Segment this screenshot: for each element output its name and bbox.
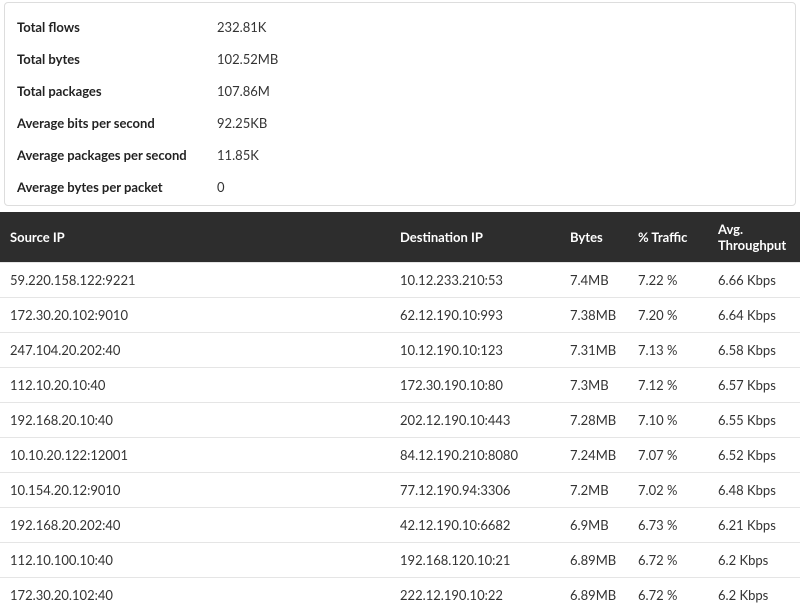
cell-percent-traffic: 6.73 % xyxy=(628,508,708,543)
cell-bytes: 7.4MB xyxy=(560,263,628,298)
col-header-bytes[interactable]: Bytes xyxy=(560,212,628,263)
cell-source-ip: 247.104.20.202:40 xyxy=(0,333,390,368)
summary-panel: Total flows 232.81K Total bytes 102.52MB… xyxy=(4,2,796,206)
summary-value: 232.81K xyxy=(217,19,266,35)
col-header-percent-traffic[interactable]: % Traffic xyxy=(628,212,708,263)
col-header-destination[interactable]: Destination IP xyxy=(390,212,560,263)
cell-percent-traffic: 7.02 % xyxy=(628,473,708,508)
cell-percent-traffic: 7.22 % xyxy=(628,263,708,298)
col-header-avg-throughput[interactable]: Avg. Throughput xyxy=(708,212,800,263)
summary-label: Average packages per second xyxy=(17,147,217,163)
table-row[interactable]: 59.220.158.122:922110.12.233.210:537.4MB… xyxy=(0,263,800,298)
cell-destination-ip: 84.12.190.210:8080 xyxy=(390,438,560,473)
cell-destination-ip: 192.168.120.10:21 xyxy=(390,543,560,578)
cell-destination-ip: 77.12.190.94:3306 xyxy=(390,473,560,508)
cell-bytes: 6.89MB xyxy=(560,543,628,578)
table-row[interactable]: 172.30.20.102:901062.12.190.10:9937.38MB… xyxy=(0,298,800,333)
cell-percent-traffic: 7.10 % xyxy=(628,403,708,438)
summary-row: Average bits per second 92.25KB xyxy=(5,107,795,139)
summary-label: Total packages xyxy=(17,83,217,99)
table-row[interactable]: 172.30.20.102:40222.12.190.10:226.89MB6.… xyxy=(0,578,800,612)
cell-bytes: 6.89MB xyxy=(560,578,628,612)
table-row[interactable]: 112.10.20.10:40172.30.190.10:807.3MB7.12… xyxy=(0,368,800,403)
table-row[interactable]: 10.154.20.12:901077.12.190.94:33067.2MB7… xyxy=(0,473,800,508)
cell-avg-throughput: 6.55 Kbps xyxy=(708,403,800,438)
cell-destination-ip: 42.12.190.10:6682 xyxy=(390,508,560,543)
cell-source-ip: 10.10.20.122:12001 xyxy=(0,438,390,473)
summary-value: 102.52MB xyxy=(217,51,278,67)
cell-bytes: 7.3MB xyxy=(560,368,628,403)
cell-destination-ip: 222.12.190.10:22 xyxy=(390,578,560,612)
cell-avg-throughput: 6.64 Kbps xyxy=(708,298,800,333)
cell-percent-traffic: 6.72 % xyxy=(628,578,708,612)
cell-percent-traffic: 7.20 % xyxy=(628,298,708,333)
cell-avg-throughput: 6.48 Kbps xyxy=(708,473,800,508)
cell-bytes: 7.24MB xyxy=(560,438,628,473)
summary-value: 11.85K xyxy=(217,147,259,163)
table-row[interactable]: 247.104.20.202:4010.12.190.10:1237.31MB7… xyxy=(0,333,800,368)
cell-avg-throughput: 6.58 Kbps xyxy=(708,333,800,368)
cell-bytes: 7.2MB xyxy=(560,473,628,508)
cell-source-ip: 112.10.100.10:40 xyxy=(0,543,390,578)
col-header-source[interactable]: Source IP xyxy=(0,212,390,263)
cell-avg-throughput: 6.2 Kbps xyxy=(708,543,800,578)
cell-bytes: 7.28MB xyxy=(560,403,628,438)
cell-destination-ip: 172.30.190.10:80 xyxy=(390,368,560,403)
table-row[interactable]: 192.168.20.10:40202.12.190.10:4437.28MB7… xyxy=(0,403,800,438)
summary-row: Average bytes per packet 0 xyxy=(5,171,795,203)
cell-percent-traffic: 7.07 % xyxy=(628,438,708,473)
summary-row: Average packages per second 11.85K xyxy=(5,139,795,171)
cell-source-ip: 172.30.20.102:40 xyxy=(0,578,390,612)
table-row[interactable]: 112.10.100.10:40192.168.120.10:216.89MB6… xyxy=(0,543,800,578)
summary-label: Average bits per second xyxy=(17,115,217,131)
summary-row: Total packages 107.86M xyxy=(5,75,795,107)
table-header-row: Source IP Destination IP Bytes % Traffic… xyxy=(0,212,800,263)
cell-destination-ip: 10.12.233.210:53 xyxy=(390,263,560,298)
cell-avg-throughput: 6.57 Kbps xyxy=(708,368,800,403)
cell-bytes: 7.38MB xyxy=(560,298,628,333)
summary-row: Total flows 232.81K xyxy=(5,11,795,43)
table-row[interactable]: 192.168.20.202:4042.12.190.10:66826.9MB6… xyxy=(0,508,800,543)
table-row[interactable]: 10.10.20.122:1200184.12.190.210:80807.24… xyxy=(0,438,800,473)
cell-percent-traffic: 7.12 % xyxy=(628,368,708,403)
summary-row: Total bytes 102.52MB xyxy=(5,43,795,75)
cell-destination-ip: 10.12.190.10:123 xyxy=(390,333,560,368)
summary-label: Total bytes xyxy=(17,51,217,67)
cell-percent-traffic: 7.13 % xyxy=(628,333,708,368)
cell-source-ip: 192.168.20.202:40 xyxy=(0,508,390,543)
cell-destination-ip: 202.12.190.10:443 xyxy=(390,403,560,438)
cell-source-ip: 172.30.20.102:9010 xyxy=(0,298,390,333)
cell-source-ip: 112.10.20.10:40 xyxy=(0,368,390,403)
traffic-table: Source IP Destination IP Bytes % Traffic… xyxy=(0,212,800,612)
summary-label: Average bytes per packet xyxy=(17,179,217,195)
cell-source-ip: 10.154.20.12:9010 xyxy=(0,473,390,508)
cell-bytes: 7.31MB xyxy=(560,333,628,368)
summary-value: 92.25KB xyxy=(217,115,267,131)
cell-avg-throughput: 6.52 Kbps xyxy=(708,438,800,473)
cell-source-ip: 59.220.158.122:9221 xyxy=(0,263,390,298)
cell-percent-traffic: 6.72 % xyxy=(628,543,708,578)
cell-avg-throughput: 6.2 Kbps xyxy=(708,578,800,612)
cell-avg-throughput: 6.21 Kbps xyxy=(708,508,800,543)
summary-label: Total flows xyxy=(17,19,217,35)
summary-value: 107.86M xyxy=(217,83,270,99)
cell-avg-throughput: 6.66 Kbps xyxy=(708,263,800,298)
cell-bytes: 6.9MB xyxy=(560,508,628,543)
summary-value: 0 xyxy=(217,179,225,195)
cell-destination-ip: 62.12.190.10:993 xyxy=(390,298,560,333)
cell-source-ip: 192.168.20.10:40 xyxy=(0,403,390,438)
